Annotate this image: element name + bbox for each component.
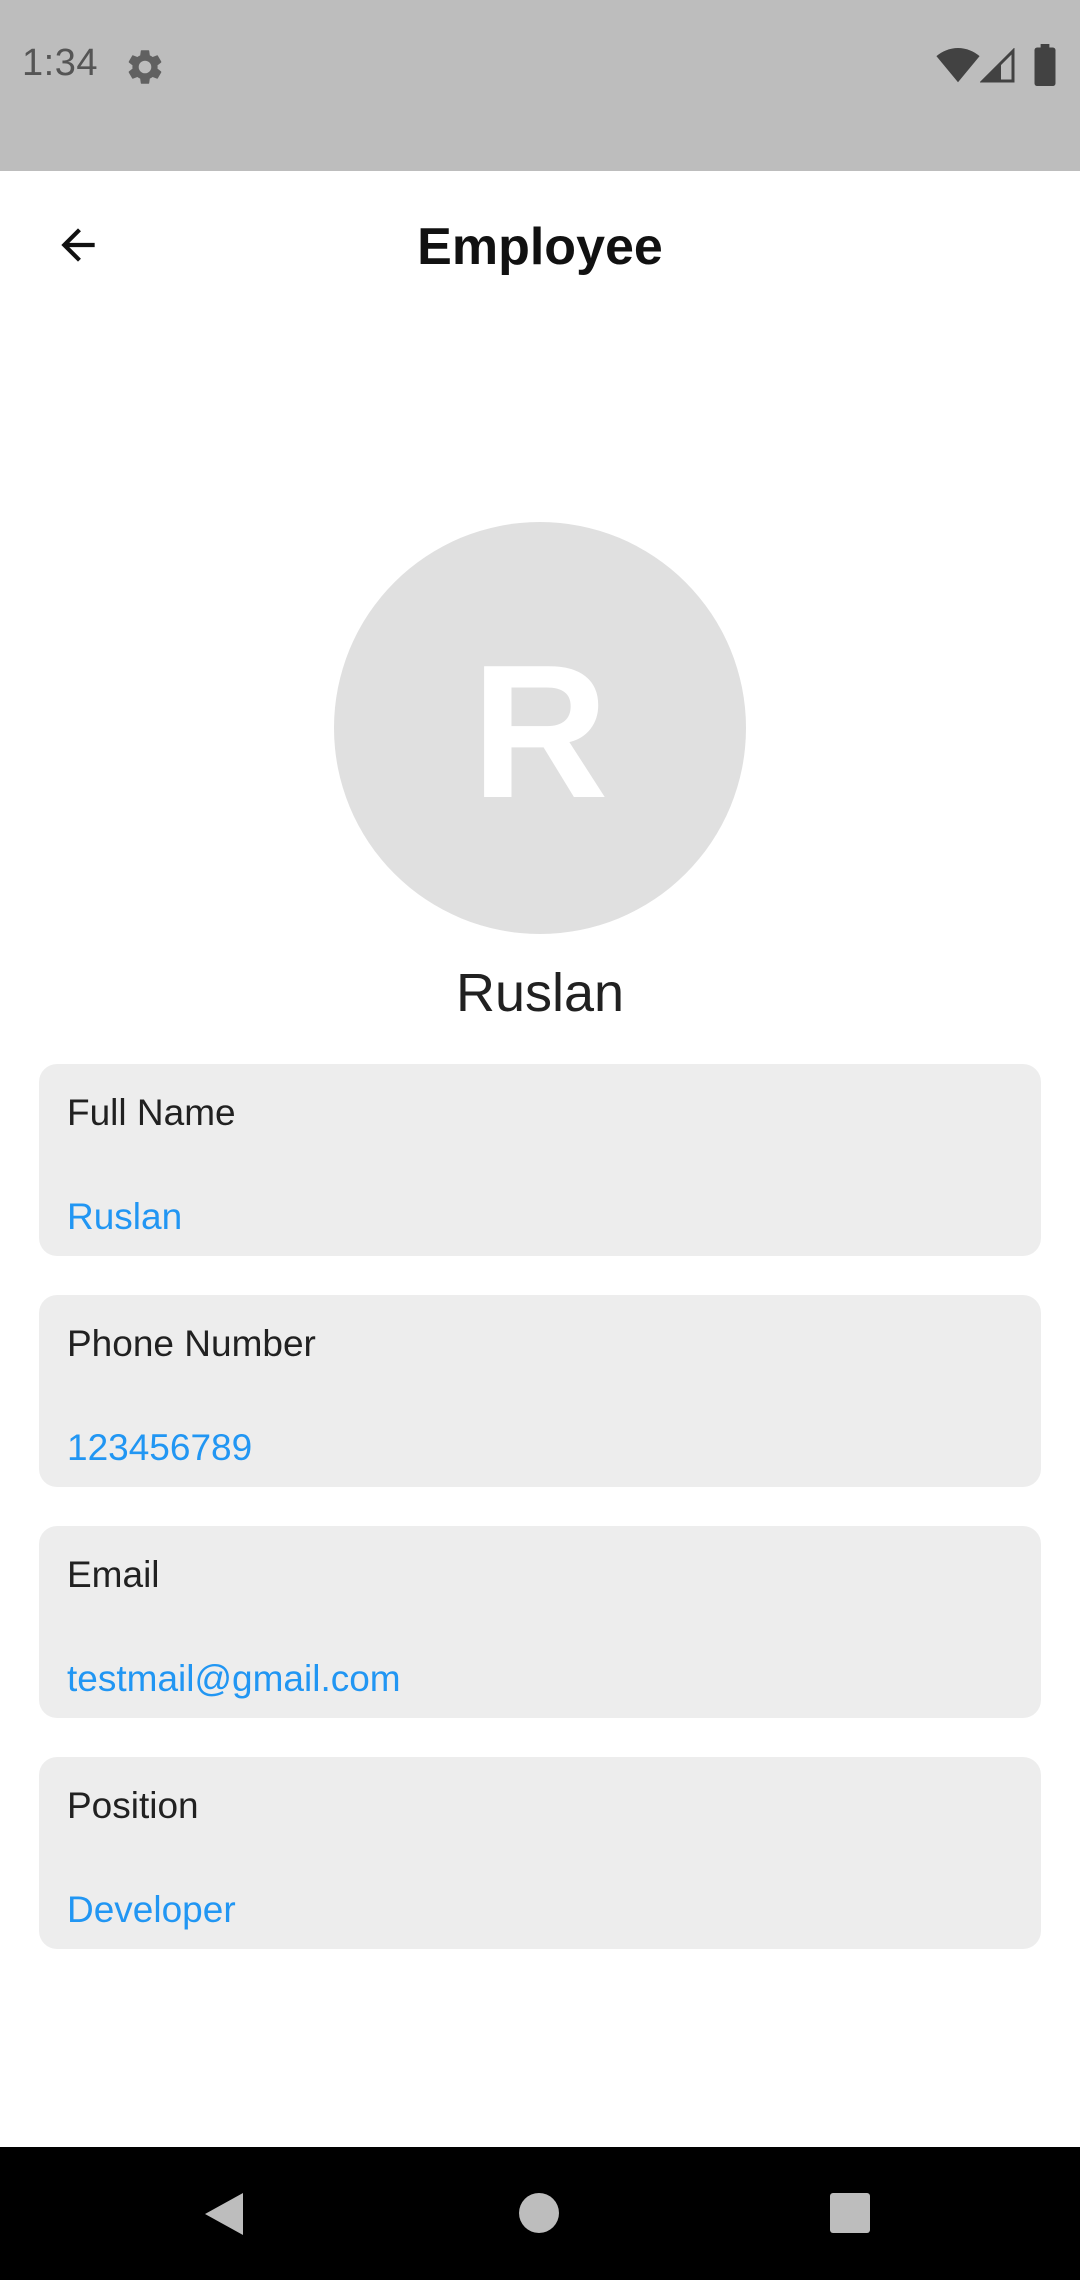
- field-value[interactable]: Developer: [67, 1889, 236, 1931]
- field-card-email: Email testmail@gmail.com: [39, 1526, 1041, 1718]
- field-card-full-name: Full Name Ruslan: [39, 1064, 1041, 1256]
- wifi-icon: [936, 48, 980, 83]
- system-nav-bar: [0, 2147, 1080, 2280]
- field-card-position: Position Developer: [39, 1757, 1041, 1949]
- home-circle-icon[interactable]: [518, 2192, 560, 2234]
- recents-square-icon[interactable]: [830, 2193, 870, 2233]
- field-label: Position: [67, 1785, 199, 1826]
- field-card-phone-number: Phone Number 123456789: [39, 1295, 1041, 1487]
- field-label: Full Name: [67, 1092, 236, 1133]
- battery-icon: [1034, 44, 1056, 86]
- avatar: R: [334, 522, 746, 934]
- page-title: Employee: [417, 218, 663, 276]
- signal-icon: [980, 48, 1015, 83]
- field-value[interactable]: 123456789: [67, 1427, 252, 1469]
- app-bar: Employee: [0, 171, 1080, 329]
- profile-name: Ruslan: [455, 963, 625, 1023]
- field-value[interactable]: Ruslan: [67, 1196, 182, 1238]
- field-label: Phone Number: [67, 1323, 316, 1364]
- status-bar: 1:34: [0, 0, 1080, 171]
- status-time: 1:34: [22, 42, 98, 84]
- avatar-initial: R: [471, 626, 609, 838]
- back-triangle-icon[interactable]: [203, 2191, 245, 2237]
- field-label: Email: [67, 1554, 160, 1595]
- gear-icon: [128, 50, 162, 84]
- field-value[interactable]: testmail@gmail.com: [67, 1658, 401, 1700]
